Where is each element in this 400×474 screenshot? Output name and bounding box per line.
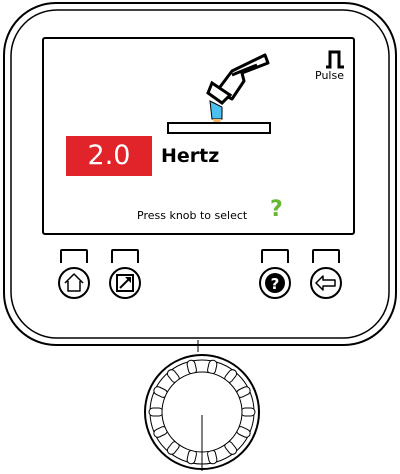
welding-torch-icon	[167, 53, 271, 134]
hint-question-icon: ?	[270, 197, 283, 222]
help-button[interactable]: ?	[258, 249, 292, 301]
control-knob[interactable]	[143, 353, 261, 471]
parameter-value: 2.0	[66, 136, 152, 176]
knob-grip	[148, 407, 164, 417]
expand-button[interactable]	[108, 249, 142, 301]
lcd-display: Pulse 2.0 Hertz Press knob to select ?	[42, 37, 355, 235]
help-glyph: ?	[271, 275, 280, 293]
parameter-unit: Hertz	[161, 145, 220, 167]
select-hint-text: Press knob to select	[137, 209, 248, 222]
home-button[interactable]	[57, 249, 91, 301]
pulse-waveform-icon	[326, 50, 344, 69]
knob-grip	[240, 407, 256, 417]
mode-label: Pulse	[315, 69, 344, 82]
back-button[interactable]	[309, 249, 343, 301]
